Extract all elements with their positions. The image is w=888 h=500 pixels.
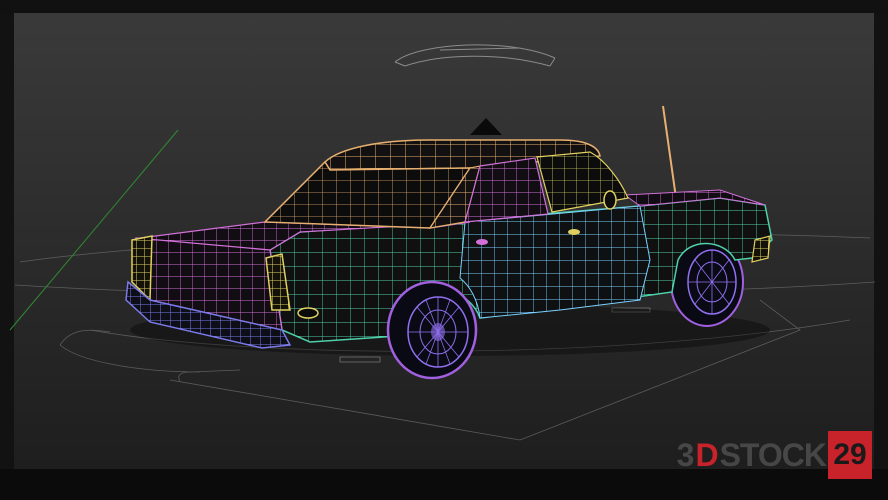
car-side-mirror (603, 190, 617, 210)
watermark-logo: 3 D STOCK 29 (677, 430, 872, 480)
watermark-suffix: STOCK (719, 436, 827, 473)
car-side-marker (297, 307, 319, 319)
car-front-light (751, 235, 771, 263)
camera-target-marker (470, 118, 502, 135)
light-gizmo (394, 44, 556, 67)
car-wheel-rear (386, 280, 478, 380)
wireframe-scene (9, 44, 876, 441)
car-door-handle-rear (476, 239, 488, 245)
watermark-accent: D (695, 436, 718, 473)
car-antenna (662, 105, 678, 206)
watermark-prefix: 3 (676, 436, 695, 473)
render-frame: 3 D STOCK 29 (0, 0, 888, 500)
watermark-badge: 29 (828, 431, 872, 479)
car-door-handle-front (568, 229, 580, 235)
car-door-panel (459, 205, 651, 319)
